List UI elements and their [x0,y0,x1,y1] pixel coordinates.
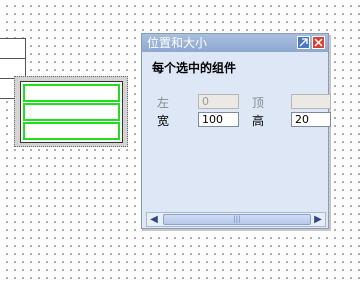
table-row [0,39,25,59]
position-size-dialog: 位置和大小 每个选中的组件 左 0 顶 宽 100 高 20 ◀ ||| ▶ [141,33,331,229]
section-title: 每个选中的组件 [152,61,237,75]
grip-icon: ||| [233,215,241,223]
dialog-titlebar[interactable]: 位置和大小 [142,34,328,52]
dialog-title: 位置和大小 [147,36,208,50]
scrollbar-thumb[interactable]: ||| [163,214,311,225]
dialog-content: 每个选中的组件 左 0 顶 宽 100 高 20 [142,52,331,210]
arrow-left-icon[interactable]: ◀ [147,213,161,226]
restore-window-icon[interactable] [297,36,310,49]
left-label: 左 [157,96,170,110]
height-label: 高 [252,114,265,128]
width-label: 宽 [157,114,170,128]
selected-widget[interactable] [14,76,128,147]
left-field[interactable]: 0 [198,94,239,109]
close-icon[interactable] [312,36,325,49]
widget-row[interactable] [23,84,120,102]
selected-widget-body [20,81,123,143]
horizontal-scrollbar[interactable]: ◀ ||| ▶ [146,212,326,227]
arrow-right-icon[interactable]: ▶ [311,213,325,226]
width-field[interactable]: 100 [198,112,239,127]
widget-row[interactable] [23,103,120,121]
top-label: 顶 [252,96,265,110]
top-field[interactable] [291,94,331,109]
height-field[interactable]: 20 [291,112,331,127]
widget-row[interactable] [23,122,120,140]
